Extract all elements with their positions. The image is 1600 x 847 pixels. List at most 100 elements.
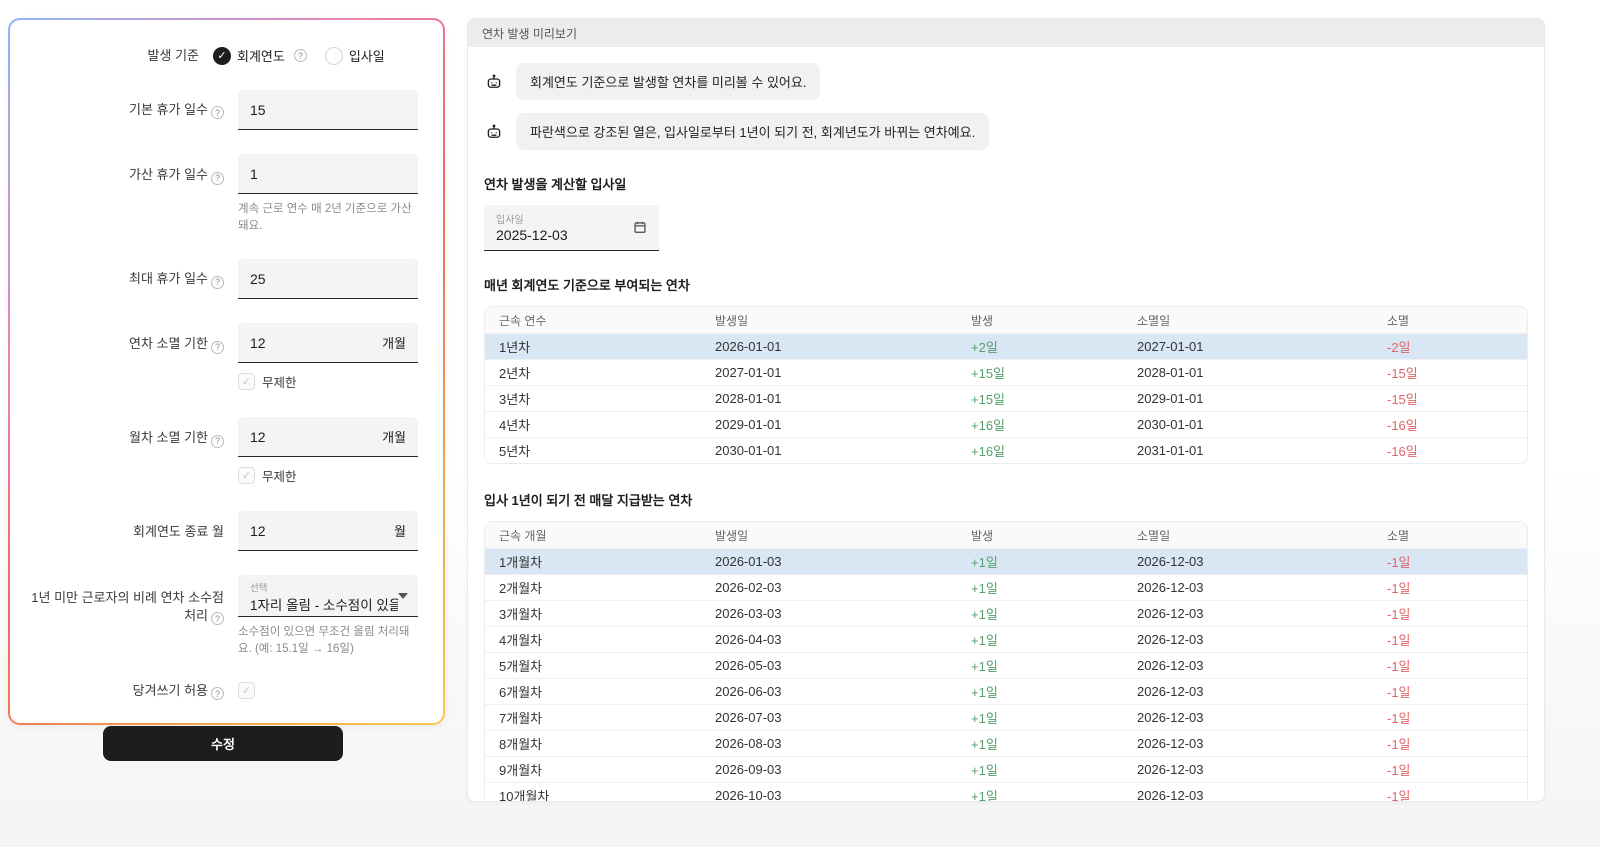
help-icon[interactable]: ?	[211, 171, 224, 185]
advance-use-label: 당겨쓰기 허용	[132, 682, 208, 698]
annual-expire-label: 연차 소멸 기한	[129, 336, 208, 352]
table-cell: -16일	[1387, 418, 1418, 433]
column-header: 발생일	[715, 528, 749, 543]
additional-days-input[interactable]: 1	[238, 154, 418, 194]
annual-expire-input[interactable]: 12 개월	[238, 323, 418, 364]
table-cell: 2026-06-03	[715, 684, 782, 699]
table-cell: 2026-02-03	[715, 580, 782, 595]
table-cell: 2027-01-01	[715, 365, 782, 380]
column-header: 소멸일	[1137, 313, 1171, 328]
table-cell: 2026-04-03	[715, 632, 782, 647]
occurrence-basis-label: 발생 기준	[147, 47, 199, 63]
help-icon[interactable]: ?	[211, 612, 224, 626]
robot-icon	[484, 123, 504, 141]
fiscal-end-input[interactable]: 12 월	[238, 511, 418, 552]
table-cell: 3년차	[499, 392, 531, 407]
table-cell: 2029-01-01	[715, 417, 782, 432]
help-icon[interactable]: ?	[293, 49, 307, 62]
table-cell: 2029-01-01	[1137, 391, 1204, 406]
table-cell: +1일	[971, 607, 998, 622]
table-cell: 2026-12-03	[1137, 632, 1204, 647]
table-cell: 2026-12-03	[1137, 762, 1204, 777]
table-cell: +1일	[971, 789, 998, 802]
monthly-expire-value: 12	[250, 428, 266, 445]
help-icon[interactable]: ?	[211, 434, 224, 448]
table-cell: -1일	[1387, 711, 1411, 726]
table-row: 9개월차 2026-09-03 +1일 2026-12-03 -1일	[485, 756, 1527, 782]
base-days-label: 기본 휴가 일수	[129, 101, 208, 117]
table-cell: +2일	[971, 340, 998, 355]
table-cell: 2026-05-03	[715, 658, 782, 673]
table-cell: -16일	[1387, 444, 1418, 459]
table-cell: 2027-01-01	[1137, 339, 1204, 354]
save-button[interactable]: 수정	[103, 726, 343, 762]
table-cell: 4개월차	[499, 633, 543, 648]
table-cell: 6개월차	[499, 685, 543, 700]
table-row: 3년차 2028-01-01 +15일 2029-01-01 -15일	[485, 385, 1527, 411]
rounding-select-value: 1자리 올림 - 소수점이 있을 ...	[250, 598, 398, 614]
table-cell: 2026-12-03	[1137, 606, 1204, 621]
advance-use-checkbox[interactable]: ✓	[238, 682, 255, 700]
table-cell: +1일	[971, 555, 998, 570]
table-cell: 2026-01-03	[715, 554, 782, 569]
rounding-helper: 소수점이 있으면 무조건 올림 처리돼요. (예: 15.1일 → 16일)	[238, 626, 410, 656]
annual-expire-suffix: 개월	[382, 336, 406, 352]
table-cell: 1년차	[499, 340, 531, 355]
table-cell: 4년차	[499, 418, 531, 433]
table-row: 5개월차 2026-05-03 +1일 2026-12-03 -1일	[485, 652, 1527, 678]
table-cell: 3개월차	[499, 607, 543, 622]
caret-down-icon	[398, 593, 408, 600]
table-cell: 2026-08-03	[715, 736, 782, 751]
monthly-expire-row: 월차 소멸 기한? 12 개월 ✓ 무제한	[28, 417, 418, 485]
table-cell: -1일	[1387, 659, 1411, 674]
table-cell: -1일	[1387, 607, 1411, 622]
table-cell: +1일	[971, 659, 998, 674]
help-icon[interactable]: ?	[211, 106, 224, 120]
join-date-input[interactable]: 입사일 2025-12-03	[484, 205, 659, 251]
max-days-input[interactable]: 25	[238, 259, 418, 300]
radio-selected-icon: ✓	[213, 46, 231, 65]
table-header-row: 근속 개월 발생일 발생 소멸일 소멸	[485, 522, 1527, 548]
monthly-expire-label: 월차 소멸 기한	[129, 430, 208, 446]
monthly-expire-input[interactable]: 12 개월	[238, 417, 418, 458]
table-row: 1년차 2026-01-01 +2일 2027-01-01 -2일	[485, 333, 1527, 359]
annual-expire-value: 12	[250, 334, 266, 351]
table-row: 6개월차 2026-06-03 +1일 2026-12-03 -1일	[485, 678, 1527, 704]
table-cell: 2026-07-03	[715, 710, 782, 725]
max-days-row: 최대 휴가 일수? 25	[28, 259, 418, 300]
robot-icon	[484, 73, 504, 91]
annual-expire-row: 연차 소멸 기한? 12 개월 ✓ 무제한	[28, 323, 418, 391]
monthly-unlimited-label: 무제한	[262, 470, 297, 485]
table-row: 7개월차 2026-07-03 +1일 2026-12-03 -1일	[485, 704, 1527, 730]
help-icon[interactable]: ?	[211, 340, 224, 354]
column-header: 소멸	[1387, 528, 1410, 543]
additional-days-row: 가산 휴가 일수? 1 계속 근로 연수 매 2년 기준으로 가산돼요.	[28, 154, 418, 234]
help-icon[interactable]: ?	[211, 687, 224, 701]
bot-message-row: 회계연도 기준으로 발생할 연차를 미리볼 수 있어요.	[484, 63, 1528, 100]
annual-unlimited-checkbox[interactable]: ✓	[238, 373, 255, 391]
table-row: 8개월차 2026-08-03 +1일 2026-12-03 -1일	[485, 730, 1527, 756]
bot-message-row: 파란색으로 강조된 열은, 입사일로부터 1년이 되기 전, 회계년도가 바뀌는…	[484, 113, 1528, 150]
table-cell: 2026-12-03	[1137, 684, 1204, 699]
table-cell: +1일	[971, 581, 998, 596]
rounding-row: 1년 미만 근로자의 비례 연차 소수점 처리? 선택 1자리 올림 - 소수점…	[28, 575, 418, 657]
radio-fiscal-year[interactable]: ✓ 회계연도 ?	[213, 46, 307, 65]
monthly-unlimited-checkbox[interactable]: ✓	[238, 467, 255, 485]
table-cell: +1일	[971, 685, 998, 700]
base-days-input[interactable]: 15	[238, 90, 418, 130]
rounding-select-label: 선택	[250, 583, 268, 595]
table-cell: +1일	[971, 737, 998, 752]
calendar-icon[interactable]	[633, 220, 647, 239]
rounding-select[interactable]: 선택 1자리 올림 - 소수점이 있을 ...	[238, 575, 418, 618]
table-cell: 10개월차	[499, 789, 550, 802]
table-cell: +1일	[971, 633, 998, 648]
radio-join-date[interactable]: 입사일	[324, 46, 385, 65]
join-date-value: 2025-12-03	[496, 227, 568, 243]
table-cell: 2028-01-01	[1137, 365, 1204, 380]
table-header-row: 근속 연수 발생일 발생 소멸일 소멸	[485, 307, 1527, 333]
help-icon[interactable]: ?	[211, 275, 224, 289]
radio-unselected-icon	[324, 46, 343, 65]
additional-days-value: 1	[250, 165, 258, 182]
monthly-leave-table: 근속 개월 발생일 발생 소멸일 소멸 1개월차 2026-01-03 +1일 2026-12-…	[484, 521, 1528, 802]
fiscal-end-suffix: 월	[394, 524, 406, 540]
